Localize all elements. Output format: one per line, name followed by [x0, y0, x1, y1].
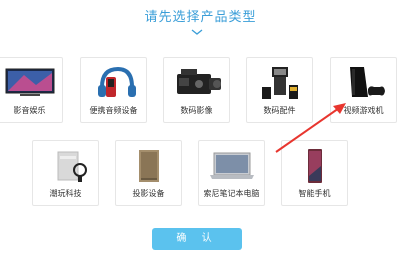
- category-label: 便携音频设备: [89, 106, 138, 115]
- category-card-portable-audio[interactable]: 便携音频设备: [80, 57, 147, 123]
- category-card-av-entertainment[interactable]: 影音娱乐: [0, 57, 63, 123]
- page-title: 请先选择产品类型: [144, 10, 257, 25]
- category-label: 索尼笔记本电脑: [203, 189, 260, 198]
- flash-accessory-icon: [247, 64, 312, 102]
- game-console-icon: [331, 64, 396, 102]
- category-label: 影音娱乐: [13, 106, 46, 115]
- category-card-digital-imaging[interactable]: 数码影像: [163, 57, 230, 123]
- category-label: 投影设备: [132, 189, 165, 198]
- red-arrow-annotation: [275, 103, 346, 153]
- confirm-button[interactable]: 确 认: [152, 228, 242, 250]
- camcorder-icon: [164, 64, 229, 102]
- laptop-icon: [199, 147, 264, 185]
- category-card-trendy-tech[interactable]: 潮玩科技: [32, 140, 99, 206]
- tv-icon: [0, 64, 62, 102]
- category-label: 智能手机: [298, 189, 331, 198]
- projector-icon: [116, 147, 181, 185]
- gadget-icon: [33, 147, 98, 185]
- chevron-down-icon: [191, 29, 203, 35]
- headphones-icon: [81, 64, 146, 102]
- category-card-sony-laptop[interactable]: 索尼笔记本电脑: [198, 140, 265, 206]
- category-label: 数码影像: [180, 106, 213, 115]
- category-card-projector[interactable]: 投影设备: [115, 140, 182, 206]
- category-label: 潮玩科技: [49, 189, 82, 198]
